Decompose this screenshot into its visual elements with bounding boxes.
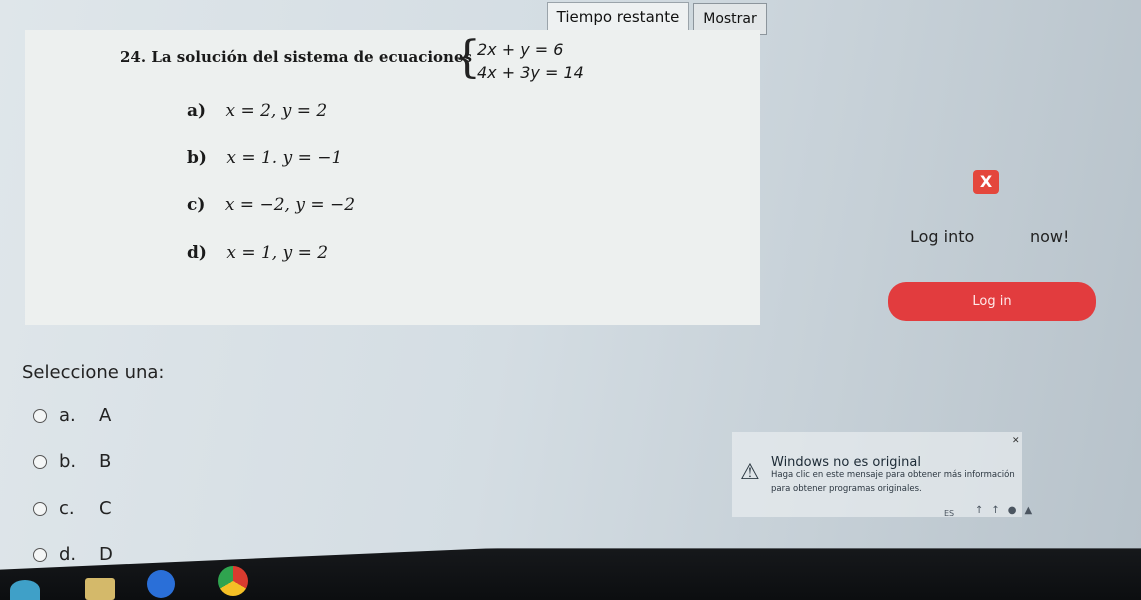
radio-button[interactable] (33, 454, 47, 469)
windows-notice-title[interactable]: Windows no es original (771, 455, 921, 470)
option-letter: a) (187, 101, 207, 121)
option-text: x = 1, y = 2 (226, 243, 329, 263)
option-d: d) x = 1, y = 2 (187, 243, 328, 263)
option-b: b) x = 1. y = −1 (187, 148, 342, 168)
choice-label: B (99, 451, 112, 472)
radio-button[interactable] (33, 408, 47, 423)
option-a: a) x = 2, y = 2 (187, 101, 327, 121)
login-button[interactable]: Log in (888, 282, 1096, 321)
option-letter: b) (187, 148, 207, 168)
choice-label: A (99, 405, 112, 426)
choice-letter: b. (59, 451, 77, 472)
equation-2: 4x + 3y = 14 (477, 63, 584, 82)
choice-letter: a. (59, 405, 76, 426)
radio-button[interactable] (33, 501, 47, 516)
choice-letter: d. (59, 544, 77, 565)
chrome-icon[interactable] (218, 566, 248, 596)
answer-choice-a[interactable]: a. A (33, 405, 111, 426)
windows-warning-icon: ⚠ (740, 460, 760, 485)
choice-label: C (99, 498, 112, 519)
edge-icon[interactable] (10, 580, 40, 600)
language-indicator[interactable]: ES (944, 509, 954, 518)
option-text: x = 2, y = 2 (225, 101, 328, 121)
windows-notice-line2[interactable]: para obtener programas originales. (771, 484, 922, 494)
system-tray-icons[interactable]: ↑↑●▲ (975, 505, 1040, 516)
choice-label: D (99, 544, 113, 565)
x-logo-icon: X (973, 170, 999, 194)
select-one-label: Seleccione una: (22, 362, 165, 383)
windows-notice-line1[interactable]: Haga clic en este mensaje para obtener m… (771, 470, 1015, 480)
option-letter: c) (187, 195, 206, 215)
equation-1: 2x + y = 6 (477, 40, 564, 59)
answer-choice-c[interactable]: c. C (33, 498, 112, 519)
radio-button[interactable] (33, 547, 47, 562)
answer-choice-b[interactable]: b. B (33, 451, 111, 472)
option-letter: d) (187, 243, 207, 263)
option-text: x = 1. y = −1 (226, 148, 343, 168)
login-prompt-text: Log into (910, 227, 975, 246)
option-text: x = −2, y = −2 (224, 195, 356, 215)
now-text: now! (1030, 227, 1070, 246)
option-c: c) x = −2, y = −2 (187, 195, 355, 215)
file-explorer-icon[interactable] (85, 578, 115, 600)
question-panel (25, 30, 760, 325)
answer-choice-d[interactable]: d. D (33, 544, 113, 565)
question-title: 24. La solución del sistema de ecuacione… (120, 48, 472, 66)
choice-letter: c. (59, 498, 75, 519)
media-player-icon[interactable] (147, 570, 175, 598)
close-icon[interactable]: ✕ (1012, 436, 1020, 446)
